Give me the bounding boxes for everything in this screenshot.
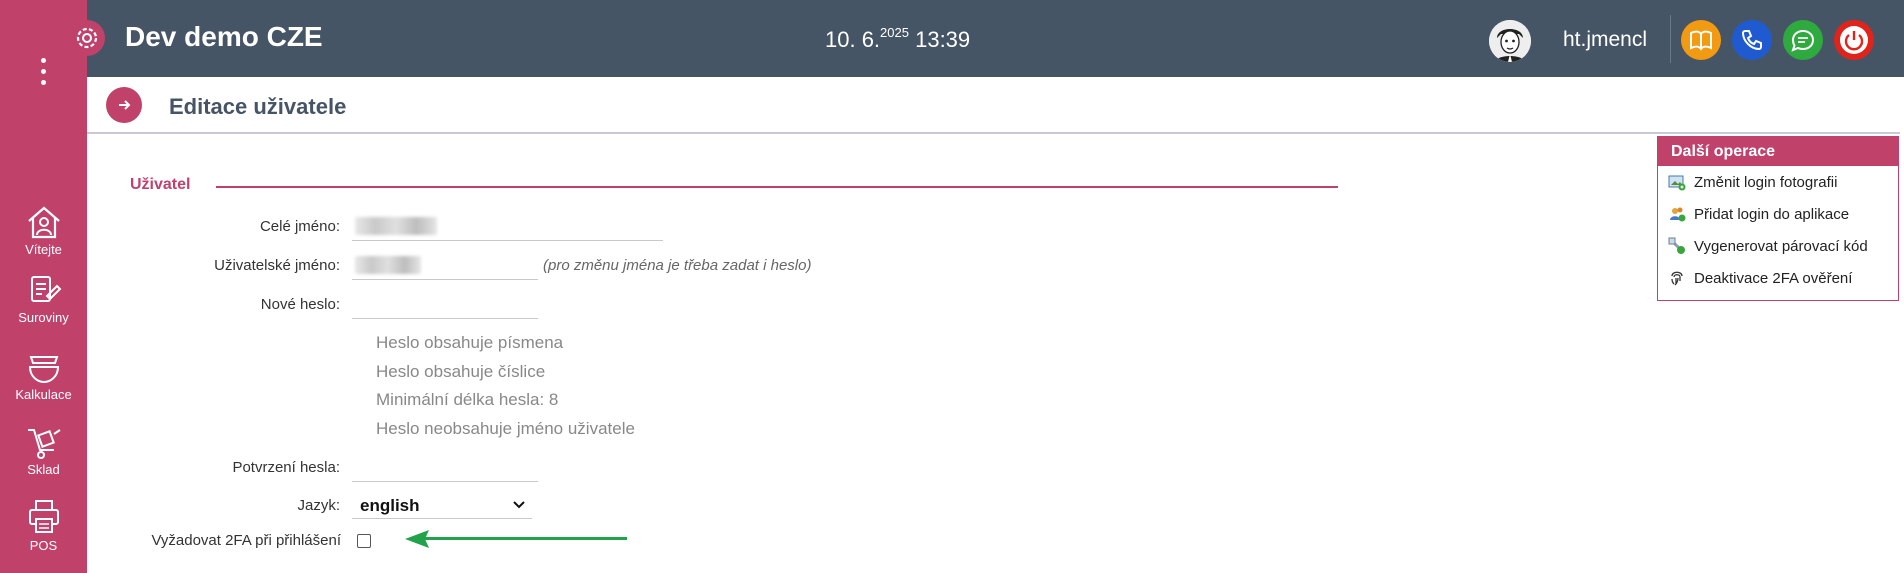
sidebar-item-label: Kalkulace (15, 387, 72, 402)
users-add-icon (1670, 207, 1686, 222)
app-title: Dev demo CZE (125, 21, 323, 52)
password-rule: Heslo obsahuje číslice (376, 362, 546, 381)
username-field[interactable] (352, 279, 538, 280)
fingerprint-icon (1671, 271, 1683, 286)
date-time: 10. 6.2025 13:39 (825, 25, 971, 53)
manual-button[interactable] (1681, 20, 1721, 60)
avatar[interactable] (1489, 20, 1531, 62)
cart-icon (27, 429, 61, 459)
new-password-field[interactable] (352, 318, 538, 319)
require-2fa-label: Vyžadovat 2FA při přihlášení (151, 532, 341, 549)
ingredients-icon (30, 276, 61, 302)
left-sidebar: Vítejte Suroviny Kalkulace Sklad POS (0, 0, 87, 573)
password-rule: Heslo obsahuje písmena (376, 333, 564, 352)
page-title-bar: Editace uživatele (87, 77, 1900, 134)
menu-item-label: Změnit login fotografii (1694, 174, 1838, 191)
add-app-login-link[interactable]: Přidat login do aplikace (1658, 199, 1898, 229)
more-menu-icon[interactable] (41, 58, 47, 91)
generate-pairing-code-link[interactable]: Vygenerovat párovací kód (1658, 231, 1898, 261)
pairing-code-icon (1668, 237, 1685, 254)
arrow-right-icon (119, 100, 131, 110)
sidebar-item-suroviny[interactable]: Suroviny (0, 274, 87, 325)
username-label: Uživatelské jméno: (214, 257, 340, 274)
page-title: Editace uživatele (169, 94, 347, 119)
username-value-redacted (355, 256, 421, 274)
language-label: Jazyk: (297, 497, 340, 514)
clock-year: 2025 (880, 25, 909, 40)
menu-item-label: Vygenerovat párovací kód (1694, 238, 1868, 255)
printer-icon (28, 500, 59, 533)
back-button[interactable] (106, 87, 142, 123)
power-icon (1840, 26, 1868, 54)
new-password-label: Nové heslo: (260, 296, 340, 313)
password-rule: Minimální délka hesla: 8 (376, 390, 559, 409)
more-operations-panel: Další operace Změnit login fotografii Př… (1657, 136, 1899, 301)
phone-icon (1741, 30, 1762, 51)
sidebar-item-sklad[interactable]: Sklad (0, 424, 87, 477)
menu-item-label: Přidat login do aplikace (1694, 206, 1850, 223)
sidebar-item-vitejte[interactable]: Vítejte (0, 204, 87, 257)
sidebar-item-label: POS (29, 538, 58, 553)
sidebar-item-kalkulace[interactable]: Kalkulace (0, 349, 87, 402)
header-divider (1670, 15, 1671, 63)
section-divider (216, 186, 1338, 188)
more-operations-title: Další operace (1658, 137, 1898, 166)
bowl-icon (28, 356, 59, 384)
sidebar-item-label: Sklad (27, 462, 60, 477)
full-name-field[interactable] (352, 240, 663, 241)
chat-icon (1791, 29, 1815, 52)
full-name-label: Celé jméno: (259, 218, 340, 235)
chevron-down-icon (513, 501, 525, 509)
username: ht.jmencl (1563, 28, 1648, 51)
book-icon (1690, 30, 1712, 51)
confirm-password-label: Potvrzení hesla: (232, 459, 340, 476)
language-select[interactable]: english (352, 494, 532, 519)
clock-date: 10. 6. (825, 27, 881, 52)
settings-gear-icon[interactable] (69, 20, 105, 56)
sidebar-item-label: Suroviny (18, 310, 69, 325)
confirm-password-field[interactable] (352, 481, 538, 482)
password-rule: Heslo neobsahuje jméno uživatele (376, 419, 635, 438)
sidebar-item-pos[interactable]: POS (0, 498, 87, 553)
require-2fa-checkbox[interactable] (357, 534, 371, 548)
logout-button[interactable] (1834, 20, 1874, 60)
home-icon (27, 206, 60, 239)
sidebar-item-label: Vítejte (25, 242, 62, 257)
change-login-photo-link[interactable]: Změnit login fotografii (1658, 167, 1898, 197)
top-header: Dev demo CZE 10. 6.2025 13:39 ht.jmencl (69, 0, 1904, 77)
deactivate-2fa-link[interactable]: Deaktivace 2FA ověření (1658, 263, 1898, 293)
chat-button[interactable] (1783, 20, 1823, 60)
username-hint: (pro změnu jména je třeba zadat i heslo) (543, 257, 812, 274)
phone-button[interactable] (1732, 20, 1772, 60)
menu-item-label: Deaktivace 2FA ověření (1694, 270, 1853, 287)
section-title: Uživatel (130, 176, 191, 193)
pointer-arrow-icon (405, 530, 627, 548)
full-name-value-redacted (355, 217, 437, 235)
photo-icon (1668, 175, 1686, 191)
language-select-value: english (360, 496, 420, 515)
clock-time: 13:39 (915, 27, 971, 52)
